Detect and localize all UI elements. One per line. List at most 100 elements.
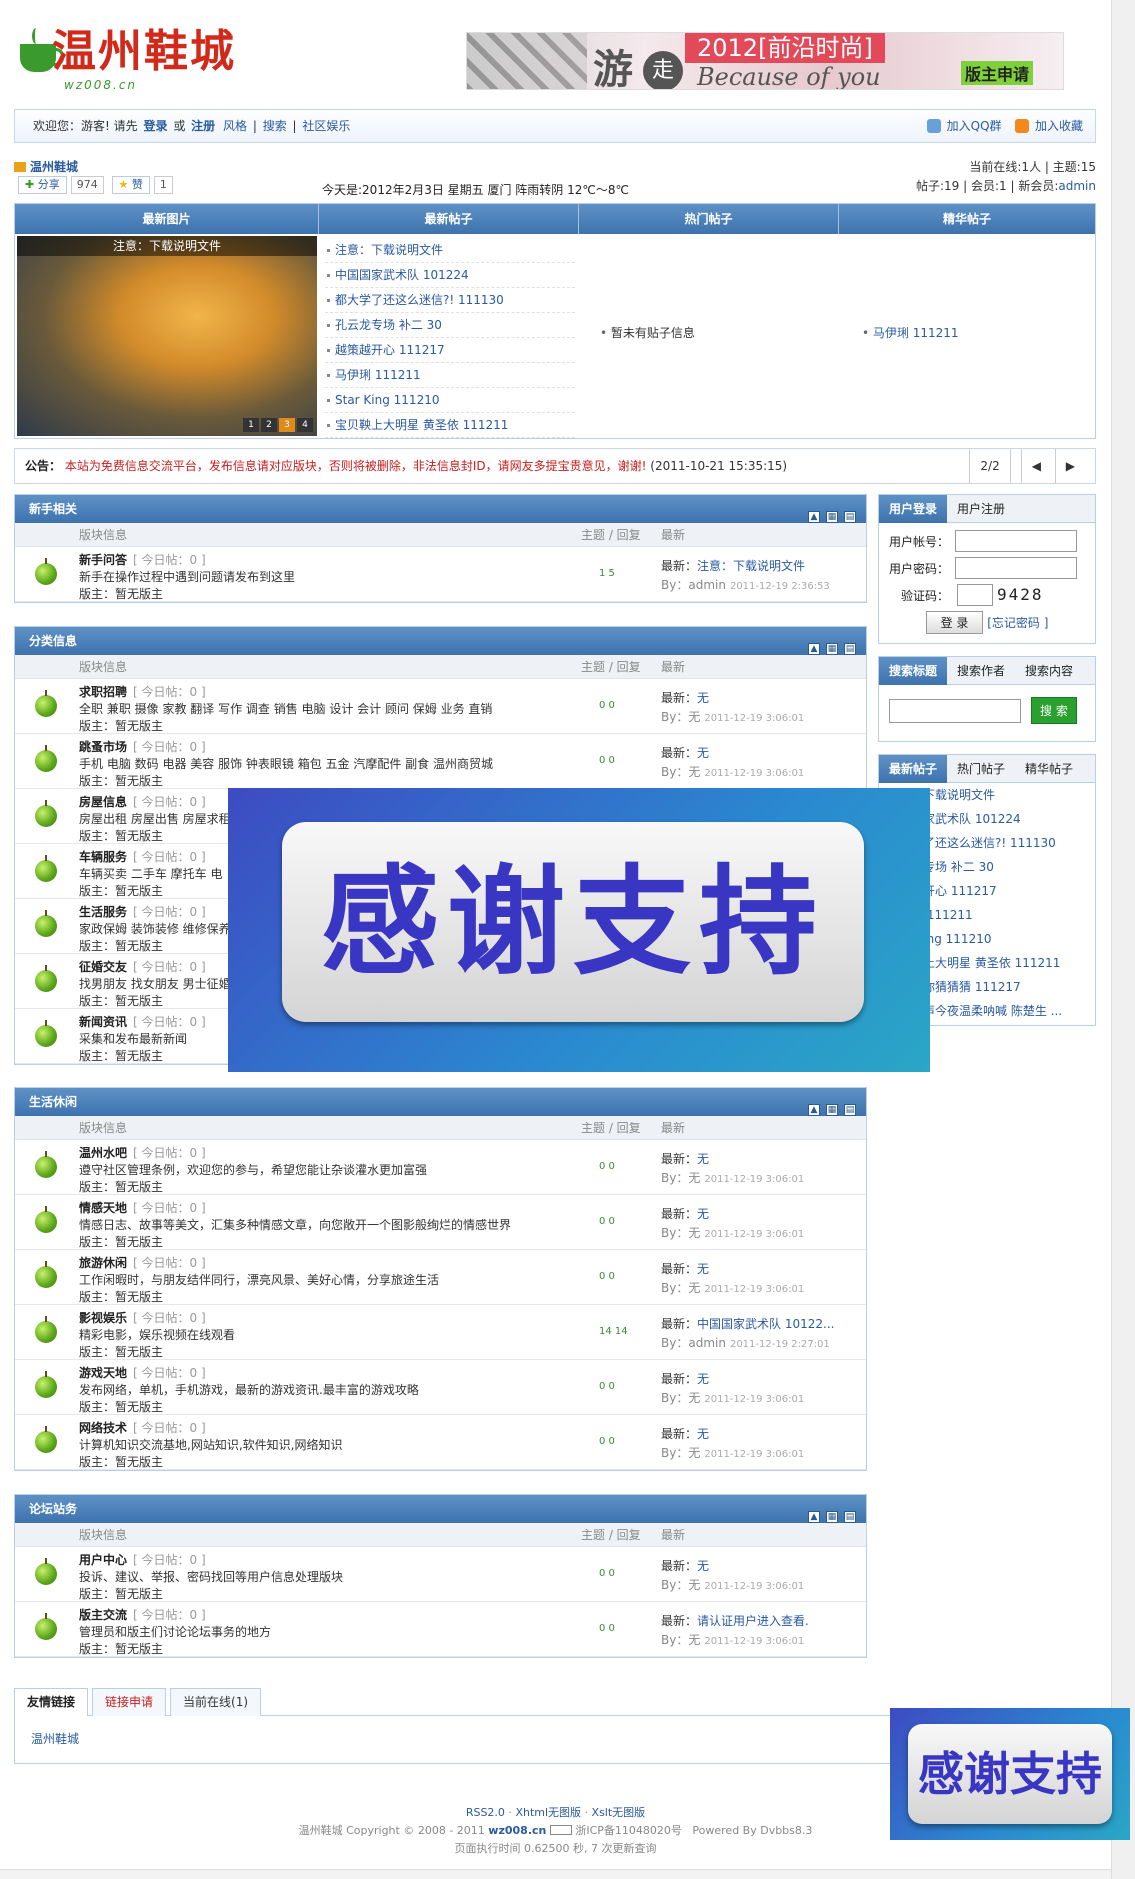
tab-elite-posts[interactable]: 精华帖子 (1015, 755, 1083, 783)
forum-name-link[interactable]: 生活服务 (79, 905, 127, 919)
latest-author[interactable]: 无 (688, 1633, 700, 1647)
new-post-link[interactable]: 马伊琍 111211 (335, 368, 421, 382)
latest-author[interactable]: 无 (688, 1281, 700, 1295)
slide-page-3[interactable]: 3 (279, 418, 295, 432)
latest-author[interactable]: 无 (688, 765, 700, 779)
forum-name-link[interactable]: 网络技术 (79, 1421, 127, 1435)
new-post-link[interactable]: Star King 111210 (335, 393, 439, 407)
add-favorite-link[interactable]: 加入收藏 (1035, 119, 1083, 133)
latest-author[interactable]: 无 (688, 1578, 700, 1592)
login-button[interactable]: 登 录 (925, 611, 984, 634)
forum-name-link[interactable]: 影视娱乐 (79, 1311, 127, 1325)
search-button[interactable]: 搜 索 (1031, 697, 1077, 724)
horizontal-scrollbar[interactable] (0, 1869, 1111, 1879)
latest-author[interactable]: admin (688, 578, 726, 592)
like-button[interactable]: ★ 赞 (111, 176, 150, 194)
new-post-link[interactable]: 都大学了还这么迷信?! 111130 (335, 293, 504, 307)
forum-name-link[interactable]: 征婚交友 (79, 960, 127, 974)
latest-post-link[interactable]: 无 (697, 1152, 709, 1166)
new-post-link[interactable]: 孔云龙专场 补二 30 (335, 318, 442, 332)
latest-post-link[interactable]: 无 (697, 1559, 709, 1573)
forum-name-link[interactable]: 用户中心 (79, 1553, 127, 1567)
next-arrow-icon[interactable]: ▶ (1054, 449, 1085, 483)
latest-post-link[interactable]: 注意：下载说明文件 (697, 559, 805, 573)
elite-post-link[interactable]: 马伊琍 111211 (873, 326, 959, 340)
latest-post-link[interactable]: 中国国家武术队 10122... (697, 1317, 834, 1331)
latest-post-link[interactable]: 无 (697, 746, 709, 760)
grid-icon[interactable]: ▦ (826, 1511, 838, 1523)
thanks-overlay-ad[interactable]: 感谢支持 (228, 788, 930, 1072)
tab-friend-links[interactable]: 友情链接 (14, 1688, 89, 1716)
forum-name-link[interactable]: 跳蚤市场 (79, 740, 127, 754)
site-name-link[interactable]: 温州鞋城 (30, 160, 78, 174)
footer-icp[interactable]: 浙ICP备11048020号 (575, 1824, 682, 1837)
style-link[interactable]: 风格 (223, 119, 247, 133)
forum-name-link[interactable]: 新手问答 (79, 553, 127, 567)
forum-name-link[interactable]: 求职招聘 (79, 685, 127, 699)
grid-icon[interactable]: ▦ (826, 511, 838, 523)
join-qq-link[interactable]: 加入QQ群 (947, 119, 1002, 133)
forgot-password-link[interactable]: [忘记密码 ] (987, 616, 1048, 630)
tab-search-title[interactable]: 搜索标题 (879, 657, 948, 685)
collapse-icon[interactable]: ▲ (808, 511, 820, 523)
forum-name-link[interactable]: 情感天地 (79, 1201, 127, 1215)
forum-name-link[interactable]: 版主交流 (79, 1608, 127, 1622)
forum-name-link[interactable]: 房屋信息 (79, 795, 127, 809)
newest-member-link[interactable]: admin (1058, 179, 1096, 193)
latest-author[interactable]: 无 (688, 1446, 700, 1460)
new-post-link[interactable]: 宝贝鞅上大明星 黄圣依 111211 (335, 418, 508, 432)
rss-link[interactable]: RSS2.0 (466, 1806, 505, 1819)
register-link[interactable]: 注册 (191, 119, 215, 133)
tab-hot-posts[interactable]: 热门帖子 (947, 755, 1015, 783)
latest-post-link[interactable]: 无 (697, 1262, 709, 1276)
top-banner-ad[interactable]: 游 走 2012[前沿时尚] Because of you 版主申请 (466, 32, 1064, 90)
footer-domain[interactable]: wz008.cn (488, 1824, 546, 1837)
forum-name-link[interactable]: 温州水吧 (79, 1146, 127, 1160)
xslt-link[interactable]: Xslt无图版 (592, 1806, 646, 1819)
latest-post-link[interactable]: 无 (697, 691, 709, 705)
slide-page-2[interactable]: 2 (261, 418, 277, 432)
search-link[interactable]: 搜索 (263, 119, 287, 133)
latest-post-link[interactable]: 无 (697, 1372, 709, 1386)
captcha-input[interactable] (957, 584, 993, 606)
latest-author[interactable]: 无 (688, 1171, 700, 1185)
forum-name-link[interactable]: 车辆服务 (79, 850, 127, 864)
forum-name-link[interactable]: 游戏天地 (79, 1366, 127, 1380)
footer-powered[interactable]: Powered By Dvbbs8.3 (692, 1824, 812, 1837)
latest-post-link[interactable]: 请认证用户进入查看. (697, 1614, 809, 1628)
vertical-scrollbar[interactable] (1111, 0, 1135, 1879)
friend-link[interactable]: 温州鞋城 (31, 1732, 79, 1746)
latest-author[interactable]: admin (688, 1336, 726, 1350)
photo-slideshow[interactable]: 注意：下载说明文件 1234 (17, 236, 317, 436)
latest-author[interactable]: 无 (688, 710, 700, 724)
collapse-icon[interactable]: ▲ (808, 643, 820, 655)
latest-author[interactable]: 无 (688, 1226, 700, 1240)
list-icon[interactable]: ▤ (844, 643, 856, 655)
login-link[interactable]: 登录 (143, 119, 167, 133)
tab-link-apply[interactable]: 链接申请 (92, 1688, 167, 1716)
tab-online-users[interactable]: 当前在线(1) (170, 1688, 262, 1716)
latest-post-link[interactable]: 无 (697, 1427, 709, 1441)
list-icon[interactable]: ▤ (844, 511, 856, 523)
site-logo[interactable]: 温州鞋城 wz008.cn (16, 26, 236, 94)
new-post-link[interactable]: 注意：下载说明文件 (335, 243, 443, 257)
collapse-icon[interactable]: ▲ (808, 1511, 820, 1523)
forum-name-link[interactable]: 新闻资讯 (79, 1015, 127, 1029)
tab-search-author[interactable]: 搜索作者 (947, 657, 1015, 685)
share-button[interactable]: ✚ 分享 (18, 176, 67, 194)
tab-latest-posts[interactable]: 最新帖子 (879, 755, 948, 783)
tab-user-login[interactable]: 用户登录 (879, 495, 948, 523)
tab-user-register[interactable]: 用户注册 (947, 495, 1015, 523)
community-link[interactable]: 社区娱乐 (302, 119, 350, 133)
account-input[interactable] (955, 530, 1077, 552)
latest-post-link[interactable]: 无 (697, 1207, 709, 1221)
new-post-link[interactable]: 越策越开心 111217 (335, 343, 445, 357)
prev-arrow-icon[interactable]: ◀ (1020, 449, 1051, 483)
grid-icon[interactable]: ▦ (826, 643, 838, 655)
xhtml-link[interactable]: Xhtml无图版 (515, 1806, 581, 1819)
password-input[interactable] (955, 557, 1077, 579)
list-icon[interactable]: ▤ (844, 1104, 856, 1116)
grid-icon[interactable]: ▦ (826, 1104, 838, 1116)
search-input[interactable] (889, 699, 1021, 723)
slide-page-4[interactable]: 4 (297, 418, 313, 432)
